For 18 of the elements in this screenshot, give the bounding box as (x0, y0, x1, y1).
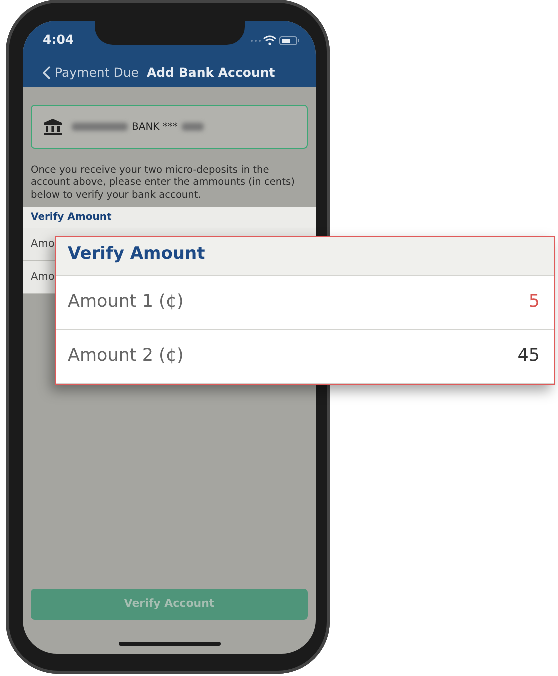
bank-account-label: BANK *** (132, 120, 178, 134)
status-icons (250, 34, 300, 46)
amount-row-label: Amo (31, 238, 55, 250)
redacted-text (72, 123, 128, 131)
screen-title: Add Bank Account (146, 64, 276, 82)
section-header: Verify Amount (23, 207, 316, 228)
amount-value[interactable]: 45 (518, 343, 540, 370)
back-chevron-icon (43, 66, 51, 80)
amount-value[interactable]: 5 (528, 289, 540, 316)
status-time: 4:04 (43, 31, 74, 49)
redacted-text (182, 123, 204, 131)
amount-label: Amount 2 (¢) (68, 345, 184, 368)
callout-title: Verify Amount (56, 237, 554, 276)
instructions-text: Once you receive your two micro-deposits in the account above, please enter the ammounts (in cents) below to verify your bank account. (31, 165, 296, 202)
amount-label: Amount 1 (¢) (68, 291, 184, 314)
back-button[interactable]: Payment Due (43, 64, 139, 82)
amount-row-label: Amo (31, 271, 55, 284)
bank-icon (44, 118, 62, 136)
